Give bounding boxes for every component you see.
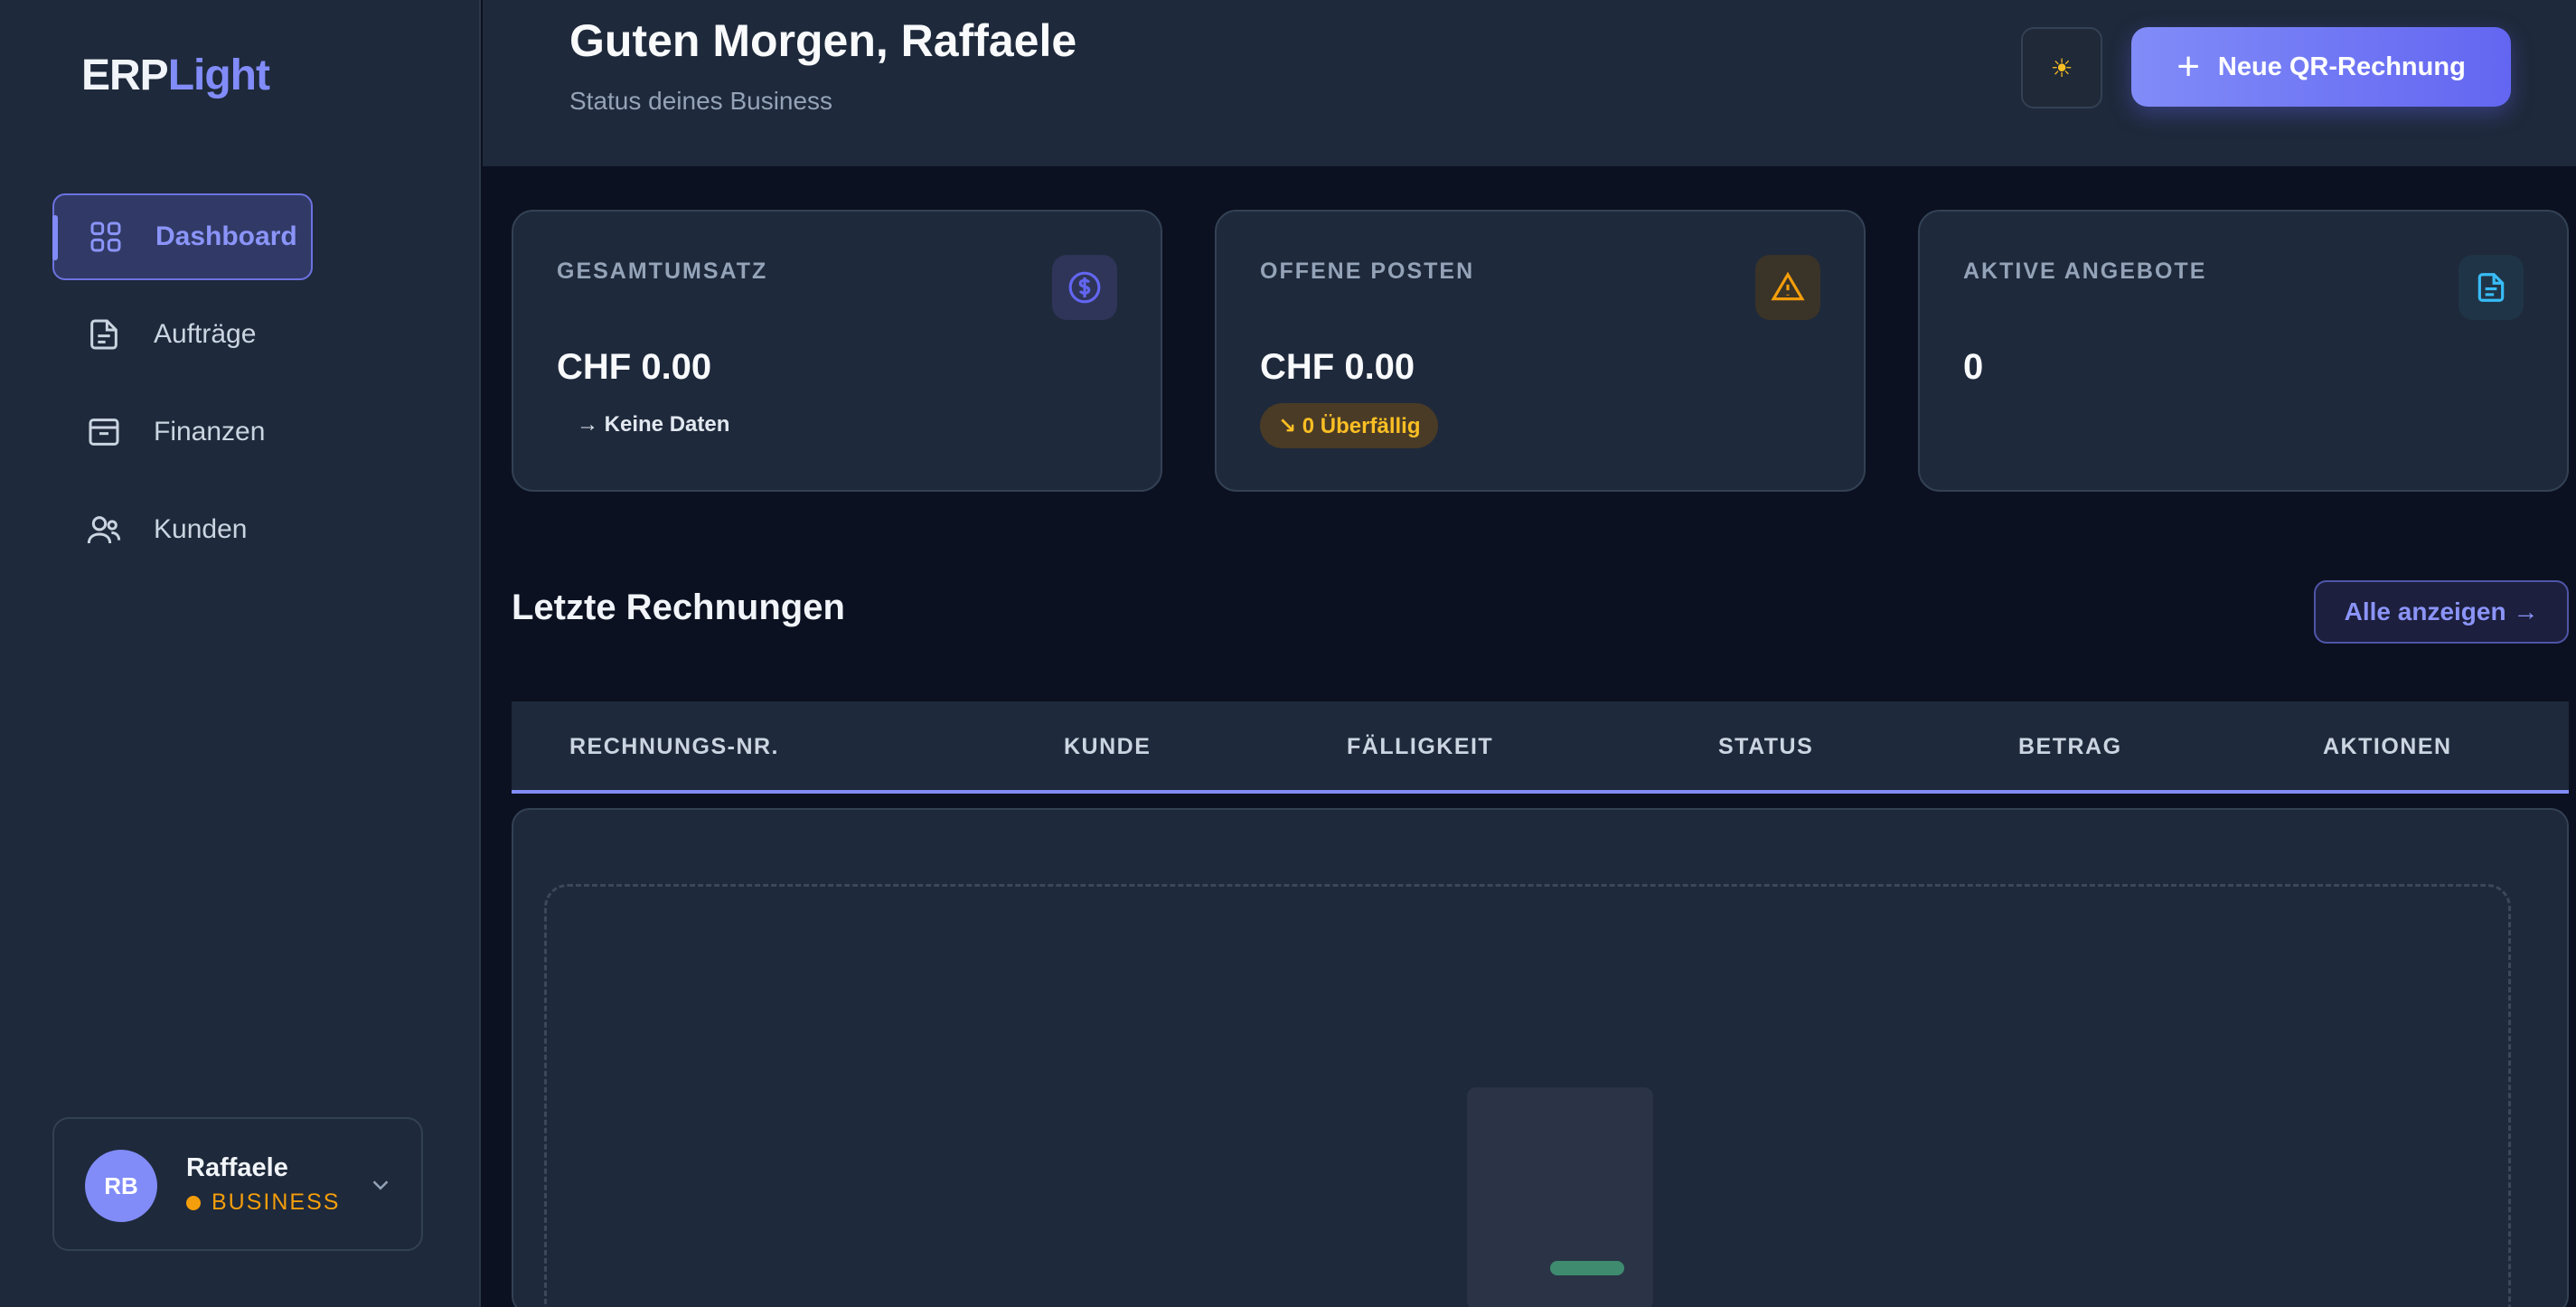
stat-value: 0 (1963, 347, 1984, 387)
stat-value: CHF 0.00 (557, 347, 712, 387)
wallet-icon (85, 413, 123, 451)
sidebar-item-label: Finanzen (154, 417, 266, 447)
table-header: RECHNUNGS-NR. KUNDE FÄLLIGKEIT STATUS BE… (512, 701, 2569, 794)
dollar-icon (1052, 255, 1117, 320)
column-header-due-date[interactable]: FÄLLIGKEIT (1347, 734, 1493, 760)
user-menu[interactable]: RB Raffaele BUSINESS (52, 1117, 423, 1251)
empty-state (544, 884, 2511, 1307)
avatar: RB (85, 1150, 157, 1222)
user-name: Raffaele (186, 1153, 288, 1182)
stat-label: OFFENE POSTEN (1260, 259, 1475, 284)
sidebar-item-label: Aufträge (154, 319, 257, 349)
sidebar-item-dashboard[interactable]: Dashboard (52, 193, 313, 280)
sidebar-item-label: Dashboard (155, 221, 297, 251)
sidebar-item-auftraege[interactable]: Aufträge (52, 291, 313, 378)
users-icon (85, 511, 123, 549)
column-header-amount[interactable]: BETRAG (2018, 734, 2122, 760)
theme-toggle-button[interactable]: ☀ (2021, 27, 2102, 108)
document-icon (85, 315, 123, 353)
file-text-icon (2458, 255, 2524, 320)
grid-icon (87, 218, 125, 256)
sidebar: ERPLight Dashboard Aufträge Finanzen Kun… (0, 0, 481, 1307)
stat-note: → Keine Daten (577, 412, 730, 437)
column-header-status[interactable]: STATUS (1718, 734, 1813, 760)
stat-label: AKTIVE ANGEBOTE (1963, 259, 2207, 284)
plan-badge: BUSINESS (186, 1189, 340, 1216)
status-dot (186, 1195, 201, 1210)
sidebar-item-kunden[interactable]: Kunden (52, 486, 313, 573)
page-subtitle: Status deines Business (569, 87, 833, 115)
stat-card-active-offers: AKTIVE ANGEBOTE 0 (1918, 210, 2569, 492)
stat-label: GESAMTUMSATZ (557, 259, 768, 284)
column-header-actions[interactable]: AKTIONEN (2323, 734, 2452, 760)
column-header-invoice-number[interactable]: RECHNUNGS-NR. (569, 734, 779, 760)
stat-card-open-items: OFFENE POSTEN CHF 0.00 ↘ 0 Überfällig (1215, 210, 1866, 492)
sidebar-item-finanzen[interactable]: Finanzen (52, 389, 313, 475)
warning-icon (1755, 255, 1820, 320)
new-qr-invoice-button[interactable]: + Neue QR-Rechnung (2131, 27, 2511, 107)
view-all-button[interactable]: Alle anzeigen → (2314, 580, 2569, 644)
page-title: Guten Morgen, Raffaele (569, 15, 1077, 66)
status-bar (1550, 1261, 1624, 1275)
page-header: Guten Morgen, Raffaele Status deines Bus… (483, 0, 2576, 166)
table-body (512, 808, 2569, 1307)
sidebar-item-label: Kunden (154, 514, 248, 544)
sun-icon: ☀ (2050, 53, 2073, 82)
app-logo[interactable]: ERPLight (81, 51, 270, 100)
stat-card-total-revenue: GESAMTUMSATZ CHF 0.00 → Keine Daten (512, 210, 1162, 492)
stat-value: CHF 0.00 (1260, 347, 1415, 387)
empty-document-illustration (1467, 1087, 1653, 1307)
overdue-badge: ↘ 0 Überfällig (1260, 403, 1439, 448)
chevron-down-icon[interactable] (367, 1171, 394, 1199)
section-title: Letzte Rechnungen (512, 588, 845, 627)
column-header-customer[interactable]: KUNDE (1064, 734, 1151, 760)
plus-icon: + (2176, 44, 2200, 89)
